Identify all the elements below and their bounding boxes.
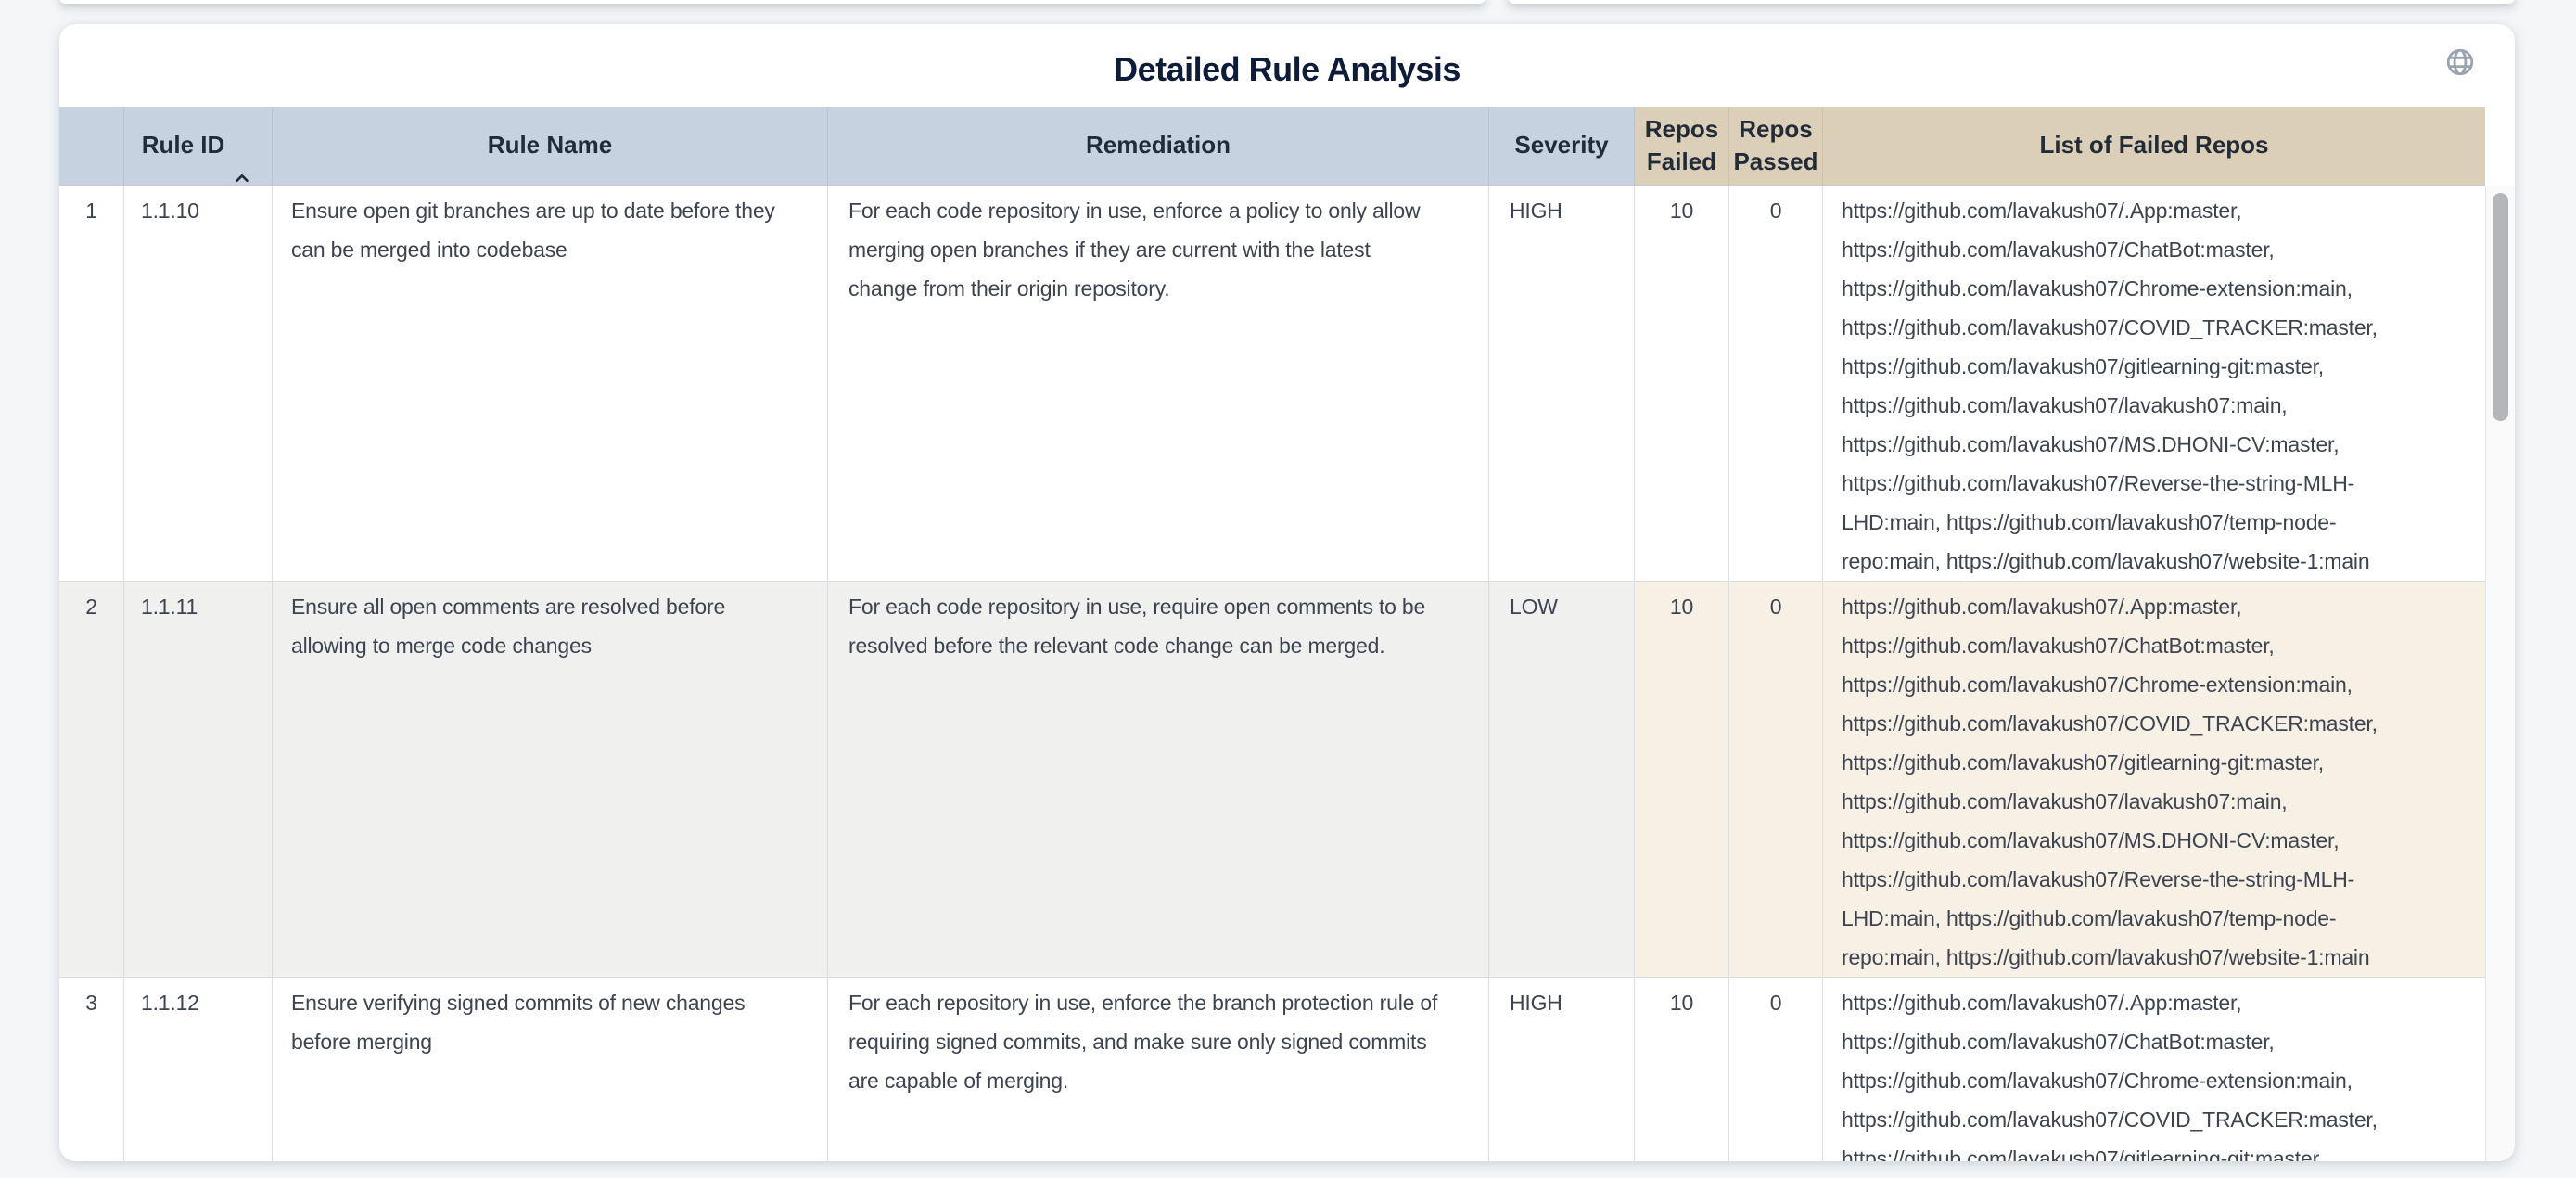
rule-name-cell: Ensure all open comments are resolved be… [273,582,828,978]
header-rule-name[interactable]: Rule Name [273,107,828,186]
row-index: 3 [59,978,124,1161]
remediation-cell: For each repository in use, enforce the … [828,978,1489,1161]
severity-cell: HIGH [1489,978,1635,1161]
failed-repos-list-cell: https://github.com/lavakush07/.App:maste… [1823,186,2485,582]
remediation-cell: For each code repository in use, require… [828,582,1489,978]
failed-repos-list-cell: https://github.com/lavakush07/.App:maste… [1823,978,2485,1161]
repos-failed-cell: 10 [1635,186,1729,582]
table-row: 1 1.1.10 Ensure open git branches are up… [59,186,2485,582]
repos-passed-cell: 0 [1729,978,1823,1161]
row-index: 2 [59,582,124,978]
rule-id-cell: 1.1.10 [124,186,273,582]
rule-analysis-table: Rule ID Rule Name Remediation Severity R… [59,107,2485,1161]
row-index: 1 [59,186,124,582]
table-row: 3 1.1.12 Ensure verifying signed commits… [59,978,2485,1161]
header-repos-failed[interactable]: Repos Failed [1635,107,1729,186]
table-scrollbar-track[interactable] [2485,186,2515,1161]
repos-failed-cell: 10 [1635,582,1729,978]
remediation-cell: For each code repository in use, enforce… [828,186,1489,582]
table-header-row: Rule ID Rule Name Remediation Severity R… [59,107,2485,186]
severity-cell: HIGH [1489,186,1635,582]
repos-failed-cell: 10 [1635,978,1729,1161]
header-remediation[interactable]: Remediation [828,107,1489,186]
header-index [59,107,124,186]
rule-name-cell: Ensure verifying signed commits of new c… [273,978,828,1161]
rule-id-cell: 1.1.12 [124,978,273,1161]
globe-icon[interactable] [2444,46,2476,78]
severity-cell: LOW [1489,582,1635,978]
sort-ascending-chevron-icon [230,134,254,158]
header-rule-id-label: Rule ID [142,129,225,161]
repos-passed-cell: 0 [1729,186,1823,582]
header-list-of-failed-repos[interactable]: List of Failed Repos [1823,107,2485,186]
repos-passed-cell: 0 [1729,582,1823,978]
table-row: 2 1.1.11 Ensure all open comments are re… [59,582,2485,978]
upper-card-left-edge [59,0,1486,4]
header-rule-id[interactable]: Rule ID [124,107,273,186]
rule-name-cell: Ensure open git branches are up to date … [273,186,828,582]
table-scrollbar-thumb[interactable] [2493,193,2508,421]
rule-id-cell: 1.1.11 [124,582,273,978]
header-severity[interactable]: Severity [1489,107,1635,186]
failed-repos-list-cell: https://github.com/lavakush07/.App:maste… [1823,582,2485,978]
upper-card-right-edge [1508,0,2515,4]
header-repos-passed[interactable]: Repos Passed [1729,107,1823,186]
page-title: Detailed Rule Analysis [59,50,2515,89]
detailed-rule-analysis-card: Detailed Rule Analysis Rule ID Rule Name… [59,24,2515,1161]
